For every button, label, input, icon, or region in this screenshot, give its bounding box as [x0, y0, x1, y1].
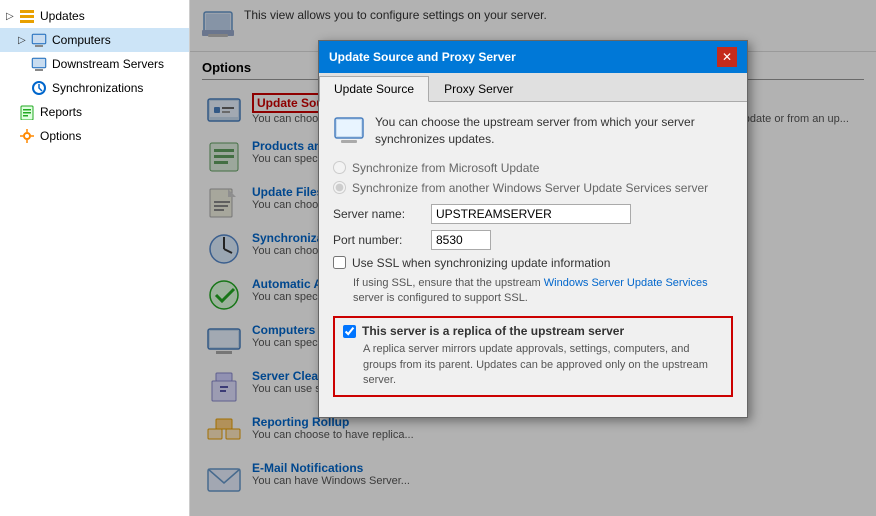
arrow-icon: ▷	[6, 11, 18, 22]
sidebar-label-options: Options	[40, 129, 81, 143]
port-number-input[interactable]	[431, 230, 491, 250]
dialog-tabs: Update Source Proxy Server	[319, 73, 747, 102]
radio-wsus-input[interactable]	[333, 181, 346, 194]
sidebar-item-downstream[interactable]: ▷ Downstream Servers	[0, 52, 189, 76]
options-icon	[18, 127, 36, 145]
tab-update-source[interactable]: Update Source	[319, 76, 429, 102]
replica-checkbox-row[interactable]: This server is a replica of the upstream…	[343, 324, 723, 338]
sidebar-label-downstream: Downstream Servers	[52, 57, 164, 71]
dialog-update-source: Update Source and Proxy Server ✕ Update …	[318, 40, 748, 418]
ssl-wsus-link[interactable]: Windows Server Update Services	[544, 277, 708, 289]
dialog-intro: You can choose the upstream server from …	[333, 114, 733, 148]
port-number-label: Port number:	[333, 233, 423, 247]
sidebar-label-updates: Updates	[40, 9, 85, 23]
radio-ms-update[interactable]: Synchronize from Microsoft Update	[333, 158, 733, 178]
sidebar-item-reports[interactable]: ▷ Reports	[0, 100, 189, 124]
sidebar-item-options[interactable]: ▷ Options	[0, 124, 189, 148]
radio-wsus[interactable]: Synchronize from another Windows Server …	[333, 178, 733, 198]
sidebar-item-computers[interactable]: ▷ Computers	[0, 28, 189, 52]
dialog-title: Update Source and Proxy Server	[329, 50, 516, 64]
radio-ms-update-label: Synchronize from Microsoft Update	[352, 161, 539, 175]
server-name-input[interactable]	[431, 204, 631, 224]
replica-desc: A replica server mirrors update approval…	[343, 342, 723, 388]
updates-icon	[18, 7, 36, 25]
server-name-label: Server name:	[333, 207, 423, 221]
radio-wsus-label: Synchronize from another Windows Server …	[352, 181, 708, 195]
tab-proxy-server[interactable]: Proxy Server	[429, 76, 528, 101]
dialog-intro-icon	[333, 114, 365, 146]
arrow-icon-computers: ▷	[18, 35, 30, 46]
replica-section: This server is a replica of the upstream…	[333, 316, 733, 396]
replica-checkbox-label: This server is a replica of the upstream…	[362, 324, 624, 338]
sidebar-label-computers: Computers	[52, 33, 111, 47]
main-content: This view allows you to configure settin…	[190, 0, 876, 516]
ssl-checkbox[interactable]	[333, 256, 346, 269]
dialog-titlebar: Update Source and Proxy Server ✕	[319, 41, 747, 73]
dialog-body: You can choose the upstream server from …	[319, 102, 747, 417]
sidebar: ▷ Updates ▷ Computers ▷ Downstream Serve…	[0, 0, 190, 516]
sidebar-item-sync[interactable]: ▷ Synchronizations	[0, 76, 189, 100]
dialog-intro-text: You can choose the upstream server from …	[375, 114, 733, 148]
ssl-checkbox-label: Use SSL when synchronizing update inform…	[352, 256, 610, 270]
reports-icon	[18, 103, 36, 121]
sync-icon	[30, 79, 48, 97]
sidebar-label-reports: Reports	[40, 105, 82, 119]
dialog-close-button[interactable]: ✕	[717, 47, 737, 67]
sidebar-label-sync: Synchronizations	[52, 81, 143, 95]
ssl-note: If using SSL, ensure that the upstream W…	[333, 276, 733, 307]
computers-icon	[30, 31, 48, 49]
ssl-checkbox-row[interactable]: Use SSL when synchronizing update inform…	[333, 256, 733, 270]
server-name-row: Server name:	[333, 204, 733, 224]
radio-ms-update-input[interactable]	[333, 161, 346, 174]
downstream-icon	[30, 55, 48, 73]
radio-group: Synchronize from Microsoft Update Synchr…	[333, 158, 733, 198]
port-number-row: Port number:	[333, 230, 733, 250]
sidebar-item-updates[interactable]: ▷ Updates	[0, 4, 189, 28]
dialog-overlay: Update Source and Proxy Server ✕ Update …	[190, 0, 876, 516]
replica-checkbox[interactable]	[343, 325, 356, 338]
